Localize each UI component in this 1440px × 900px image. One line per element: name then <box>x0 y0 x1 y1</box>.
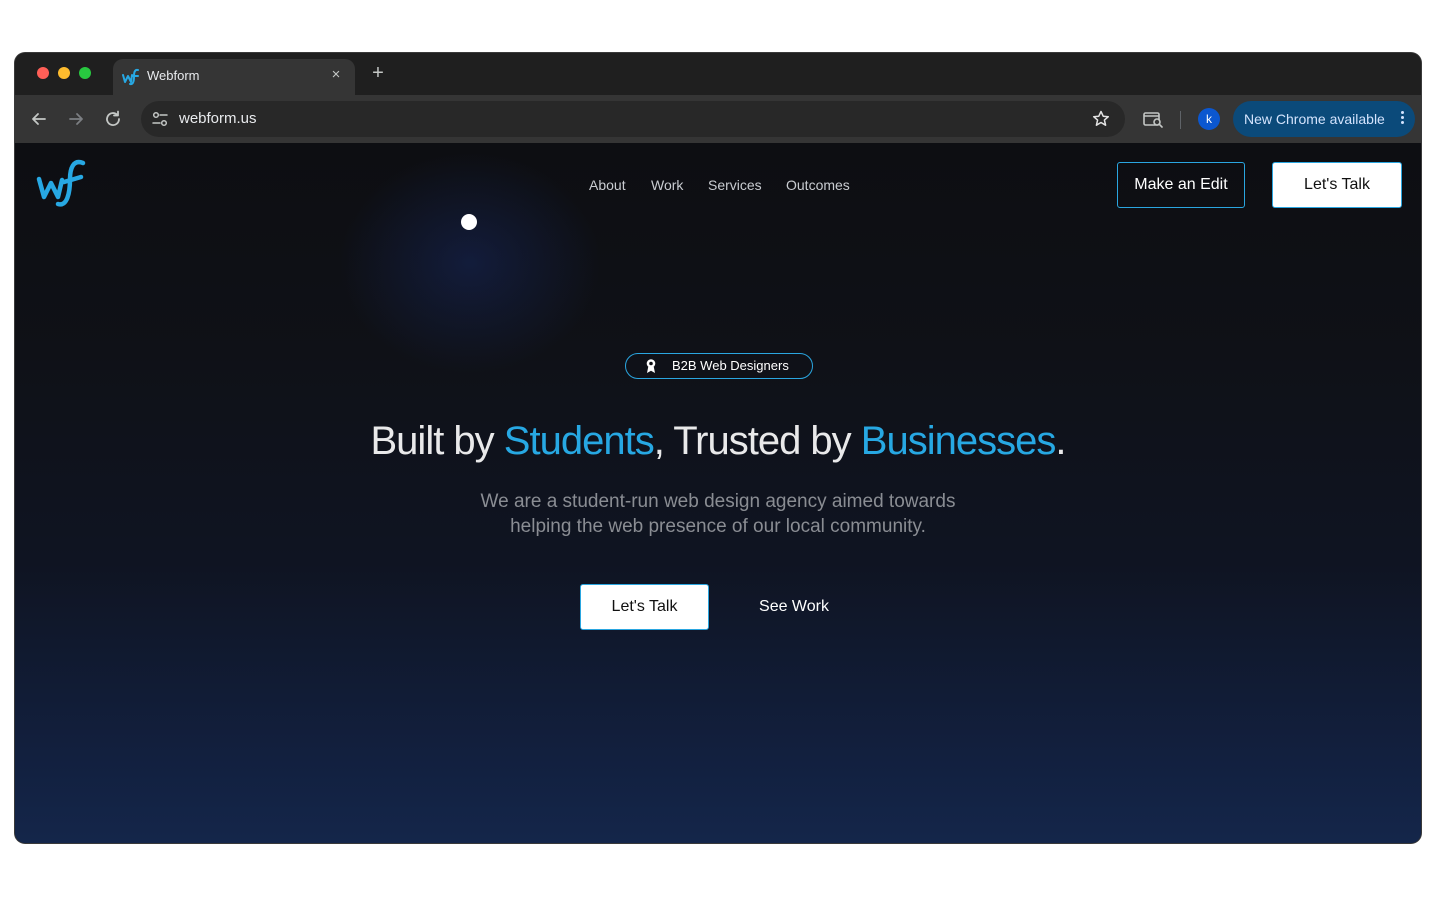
new-tab-button[interactable]: + <box>367 62 389 84</box>
bookmark-star-icon[interactable] <box>1091 109 1111 129</box>
nav-link-services[interactable]: Services <box>708 177 762 193</box>
browser-window: Webform × + webform.us k New Chrome avai… <box>15 53 1421 843</box>
subtext-line-2: helping the web presence of our local co… <box>510 516 926 537</box>
b2b-badge: B2B Web Designers <box>625 353 813 379</box>
tab-search-button[interactable] <box>1141 107 1165 131</box>
tab-strip: Webform × + <box>15 53 1421 95</box>
close-window-button[interactable] <box>37 67 49 79</box>
back-button[interactable] <box>27 107 51 131</box>
hero-headline: Built by Students, Trusted by Businesses… <box>15 419 1421 464</box>
nav-link-outcomes[interactable]: Outcomes <box>786 177 850 193</box>
address-bar[interactable]: webform.us <box>141 101 1125 137</box>
arrow-left-icon <box>32 113 46 125</box>
chrome-update-label: New Chrome available <box>1244 111 1385 127</box>
reload-icon <box>106 110 120 126</box>
webform-page: About Work Services Outcomes Make an Edi… <box>15 143 1421 843</box>
header-lets-talk-button[interactable]: Let's Talk <box>1272 162 1402 208</box>
cursor-dot <box>461 214 477 230</box>
headline-part1: Built by <box>370 419 504 463</box>
tab-webform[interactable]: Webform × <box>113 59 355 95</box>
forward-button[interactable] <box>64 107 88 131</box>
toolbar-divider <box>1180 111 1181 129</box>
headline-accent-students: Students <box>503 419 655 463</box>
see-work-button[interactable]: See Work <box>731 584 857 630</box>
tab-title: Webform <box>147 68 200 83</box>
make-an-edit-button[interactable]: Make an Edit <box>1117 162 1245 208</box>
site-settings-icon[interactable] <box>149 108 171 130</box>
webform-logo-icon <box>122 68 139 86</box>
nav-link-about[interactable]: About <box>589 177 626 193</box>
maximize-window-button[interactable] <box>79 67 91 79</box>
chrome-update-button[interactable]: New Chrome available <box>1233 101 1415 137</box>
hero-subtext: We are a student-run web design agency a… <box>15 489 1421 539</box>
headline-accent-businesses: Businesses <box>860 419 1057 463</box>
url-text[interactable]: webform.us <box>179 110 257 127</box>
subtext-line-1: We are a student-run web design agency a… <box>480 491 956 512</box>
close-tab-icon[interactable]: × <box>327 66 345 84</box>
cast-search-icon <box>1143 112 1163 128</box>
badge-label: B2B Web Designers <box>672 358 789 373</box>
minimize-window-button[interactable] <box>58 67 70 79</box>
kebab-menu-icon[interactable] <box>1399 109 1405 129</box>
arrow-right-icon <box>69 113 83 125</box>
headline-part3: . <box>1055 419 1066 463</box>
browser-toolbar: webform.us k New Chrome available <box>15 95 1421 143</box>
reload-button[interactable] <box>101 107 125 131</box>
headline-part2: , Trusted by <box>653 419 861 463</box>
award-ribbon-icon <box>646 359 656 373</box>
hero-lets-talk-button[interactable]: Let's Talk <box>580 584 709 630</box>
nav-link-work[interactable]: Work <box>651 177 683 193</box>
profile-avatar[interactable]: k <box>1198 108 1220 130</box>
